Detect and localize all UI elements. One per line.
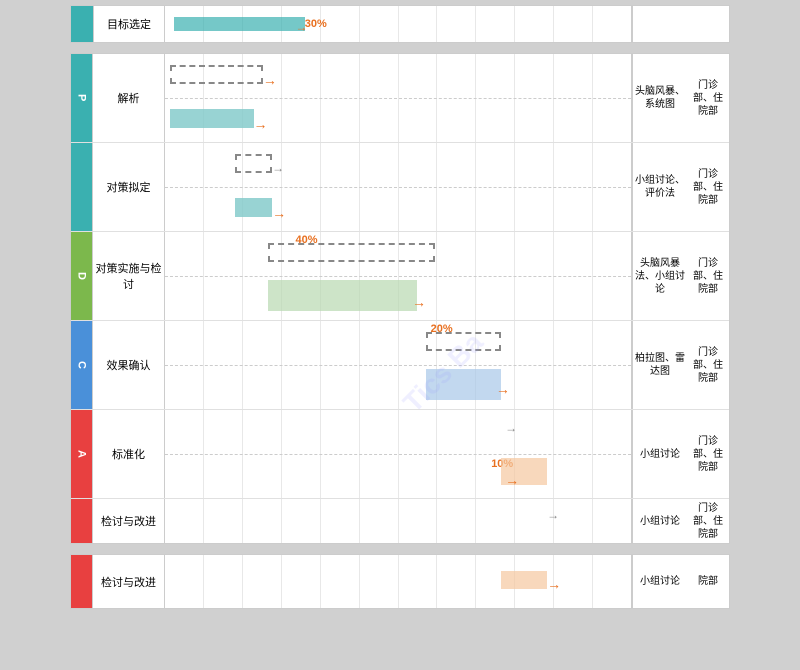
duice-arrow-top: →	[272, 161, 284, 175]
dept-shishi: 门诊部、住院部	[687, 232, 729, 320]
jiexi-plan-bar	[170, 65, 263, 84]
bottom-dept: 院部	[687, 555, 729, 608]
biaozhun-arrow-top: →	[505, 421, 517, 435]
shishi-arrow: →	[412, 294, 426, 310]
duice-arrow-bottom: →	[272, 205, 286, 221]
phase-p: P	[71, 54, 93, 142]
method-jiantao: 小组讨论	[632, 499, 687, 543]
task-jiantao: 检讨与改进	[93, 499, 165, 543]
row-duice: 对策拟定 →	[71, 143, 729, 232]
method-xiaoguo: 柏拉图、雷达图	[632, 321, 687, 409]
phase-c: C	[71, 321, 93, 409]
task-shishi: 对策实施与检讨	[93, 232, 165, 320]
row-jiexi: P 解析	[71, 54, 729, 143]
jiantao-arrow: →	[547, 508, 559, 522]
jiexi-arrow-bottom: →	[254, 116, 268, 132]
method-jiexi: 头脑风暴、系统图	[632, 54, 687, 142]
row-xiaoguo: C 效果确认 20%	[71, 321, 729, 410]
phase-a2	[71, 499, 93, 543]
xiaoguo-actual-bar	[426, 369, 501, 400]
duice-actual-bar	[235, 198, 272, 217]
row-biaozhun: A 标准化 10%	[71, 410, 729, 499]
method-duice: 小组讨论、评价法	[632, 143, 687, 231]
card-main: P 解析	[70, 53, 730, 544]
duice-plan-bar	[235, 154, 272, 173]
row-shishi: D 对策实施与检讨 4	[71, 232, 729, 321]
shishi-plan-bar	[268, 243, 436, 262]
xiaoguo-plan-bar	[426, 332, 501, 351]
card-top: 目标选定	[70, 5, 730, 43]
jiexi-actual-bar	[170, 109, 254, 128]
top-arrow: →	[295, 20, 307, 34]
dept-duice: 门诊部、住院部	[687, 143, 729, 231]
task-biaozhun: 标准化	[93, 410, 165, 498]
card-bottom: 检讨与改进 →	[70, 554, 730, 609]
top-plan-bar	[174, 17, 304, 31]
dept-jiexi: 门诊部、住院部	[687, 54, 729, 142]
dept-xiaoguo: 门诊部、住院部	[687, 321, 729, 409]
task-jiexi: 解析	[93, 54, 165, 142]
bottom-bar	[501, 571, 548, 590]
bottom-method: 小组讨论	[632, 555, 687, 608]
shishi-actual-bar	[268, 280, 417, 311]
bottom-task: 检讨与改进	[93, 555, 165, 608]
biaozhun-arrow-bottom: →	[505, 472, 519, 488]
jiexi-arrow-top: →	[263, 72, 277, 88]
phase-p2	[71, 143, 93, 231]
method-shishi: 头脑风暴法、小组讨论	[632, 232, 687, 320]
method-biaozhun: 小组讨论	[632, 410, 687, 498]
task-duice: 对策拟定	[93, 143, 165, 231]
phase-d: D	[71, 232, 93, 320]
top-pct-label: 30%	[305, 18, 327, 30]
dept-biaozhun: 门诊部、住院部	[687, 410, 729, 498]
page-container: { "topCard": { "label": "目标选定", "pct": "…	[0, 5, 800, 670]
row-jiantao: 检讨与改进 → 小组讨论 门诊部	[71, 499, 729, 543]
bottom-arrow: →	[547, 576, 561, 592]
top-task-label: 目标选定	[93, 6, 165, 42]
task-xiaoguo: 效果确认	[93, 321, 165, 409]
phase-a: A	[71, 410, 93, 498]
dept-jiantao: 门诊部、住院部	[687, 499, 729, 543]
xiaoguo-arrow: →	[496, 381, 510, 397]
